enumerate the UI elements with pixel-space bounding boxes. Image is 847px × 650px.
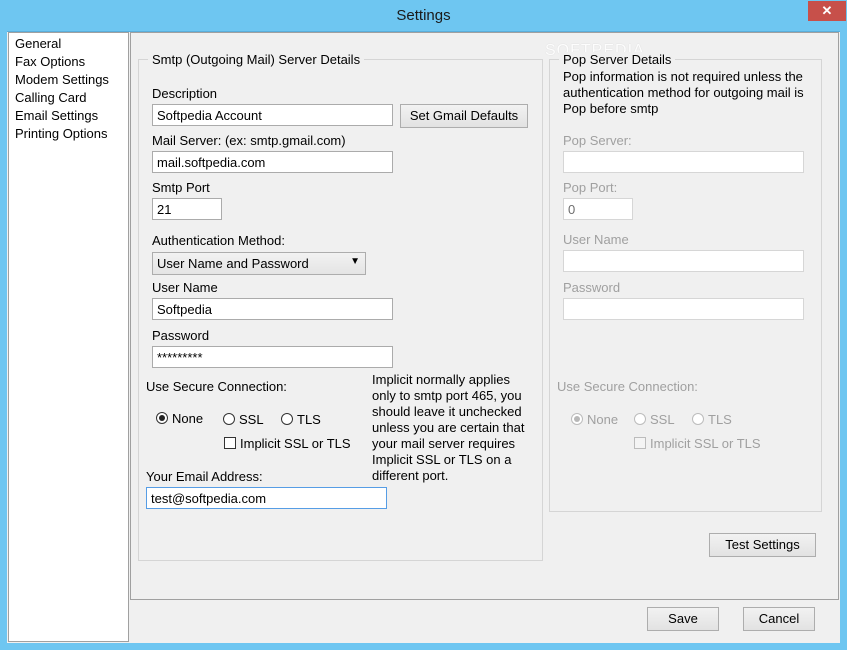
radio-ssl-label: SSL: [239, 412, 264, 427]
radio-tls[interactable]: [281, 413, 293, 425]
settings-nav-list[interactable]: General Fax Options Modem Settings Calli…: [8, 32, 129, 642]
auth-method-select[interactable]: User Name and Password ▼: [152, 252, 366, 275]
username-label: User Name: [152, 280, 218, 295]
email-address-label: Your Email Address:: [146, 469, 263, 484]
pop-implicit-ssl-label: Implicit SSL or TLS: [650, 436, 761, 451]
mail-server-label: Mail Server: (ex: smtp.gmail.com): [152, 133, 346, 148]
pop-port-label: Pop Port:: [563, 180, 618, 195]
radio-none[interactable]: [156, 412, 168, 424]
implicit-ssl-checkbox[interactable]: [224, 437, 236, 449]
implicit-ssl-note: Implicit normally applies only to smtp p…: [372, 372, 525, 483]
pop-radio-tls-label: TLS: [708, 412, 732, 427]
nav-item-general[interactable]: General: [15, 36, 61, 51]
window-title: Settings: [396, 7, 451, 24]
set-gmail-defaults-button[interactable]: Set Gmail Defaults: [400, 104, 528, 128]
pop-radio-tls[interactable]: [692, 413, 704, 425]
password-label: Password: [152, 328, 210, 343]
chevron-down-icon: ▼: [350, 256, 360, 267]
nav-item-modem-settings[interactable]: Modem Settings: [15, 72, 109, 87]
close-button[interactable]: ✕: [808, 1, 846, 21]
radio-none-label: None: [172, 411, 204, 426]
pop-info-text: Pop information is not required unless t…: [563, 69, 804, 116]
nav-item-calling-card[interactable]: Calling Card: [15, 90, 87, 105]
save-button[interactable]: Save: [647, 607, 719, 631]
nav-item-fax-options[interactable]: Fax Options: [15, 54, 85, 69]
description-label: Description: [152, 86, 218, 101]
pop-radio-ssl[interactable]: [634, 413, 646, 425]
pop-server-label: Pop Server:: [563, 133, 632, 148]
pop-group-title: Pop Server Details: [559, 52, 676, 67]
secure-connection-label: Use Secure Connection:: [146, 379, 287, 394]
description-input[interactable]: Softpedia Account: [152, 104, 393, 126]
implicit-ssl-label: Implicit SSL or TLS: [240, 436, 351, 451]
username-input[interactable]: Softpedia: [152, 298, 393, 320]
pop-secure-connection-label: Use Secure Connection:: [557, 379, 698, 394]
password-input[interactable]: *********: [152, 346, 393, 368]
radio-tls-label: TLS: [297, 412, 321, 427]
cancel-button[interactable]: Cancel: [743, 607, 815, 631]
pop-password-input[interactable]: [563, 298, 804, 320]
smtp-port-label: Smtp Port: [152, 180, 210, 195]
pop-server-input[interactable]: [563, 151, 804, 173]
window-frame-left: [0, 31, 7, 650]
smtp-port-input[interactable]: 21: [152, 198, 222, 220]
window-frame-right: [840, 31, 847, 650]
nav-item-email-settings[interactable]: Email Settings: [15, 108, 98, 123]
auth-method-label: Authentication Method:: [152, 233, 285, 248]
nav-item-printing-options[interactable]: Printing Options: [15, 126, 108, 141]
auth-method-value: User Name and Password: [157, 256, 309, 271]
window-frame-bottom: [0, 643, 847, 650]
pop-radio-none[interactable]: [571, 413, 583, 425]
pop-port-input[interactable]: 0: [563, 198, 633, 220]
close-icon: ✕: [821, 3, 833, 18]
radio-ssl[interactable]: [223, 413, 235, 425]
pop-radio-none-label: None: [587, 412, 619, 427]
email-address-input[interactable]: test@softpedia.com: [146, 487, 387, 509]
pop-password-label: Password: [563, 280, 621, 295]
pop-username-input[interactable]: [563, 250, 804, 272]
smtp-group-title: Smtp (Outgoing Mail) Server Details: [148, 52, 365, 67]
test-settings-button[interactable]: Test Settings: [709, 533, 816, 557]
pop-radio-ssl-label: SSL: [650, 412, 675, 427]
mail-server-input[interactable]: mail.softpedia.com: [152, 151, 393, 173]
pop-username-label: User Name: [563, 232, 629, 247]
pop-implicit-ssl-checkbox[interactable]: [634, 437, 646, 449]
